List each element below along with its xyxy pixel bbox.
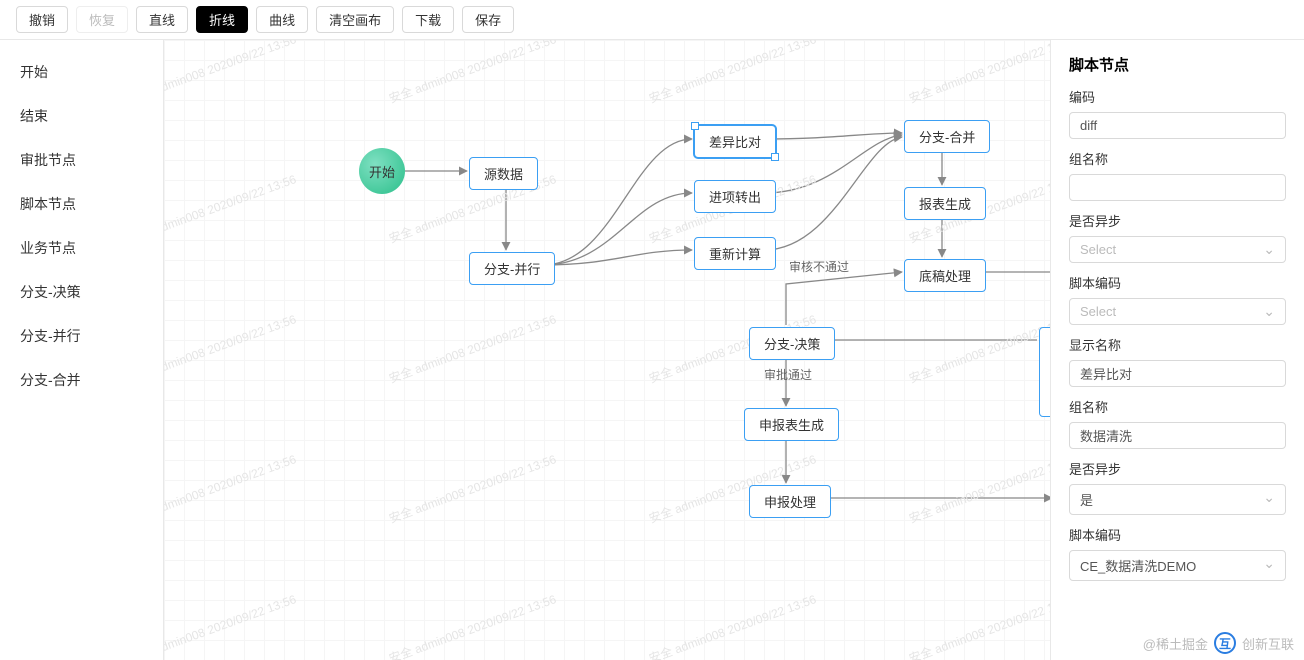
- panel-title: 脚本节点: [1069, 54, 1286, 75]
- curve-button[interactable]: 曲线: [256, 6, 308, 33]
- node-palette: 开始结束审批节点脚本节点业务节点分支-决策分支-并行分支-合并: [0, 40, 164, 660]
- field-label: 是否异步: [1069, 459, 1286, 478]
- node-process[interactable]: 申报处理: [749, 485, 831, 518]
- download-button[interactable]: 下载: [402, 6, 454, 33]
- field-label: 组名称: [1069, 149, 1286, 168]
- palette-biz[interactable]: 业务节点: [0, 226, 163, 270]
- polyline-button[interactable]: 折线: [196, 6, 248, 33]
- footer-brand: @稀土掘金 互 创新互联: [1143, 632, 1294, 654]
- field-input-4[interactable]: [1069, 360, 1286, 387]
- field-label: 显示名称: [1069, 335, 1286, 354]
- field-input-5[interactable]: [1069, 422, 1286, 449]
- field-select-2[interactable]: Select: [1069, 236, 1286, 263]
- palette-merge[interactable]: 分支-合并: [0, 358, 163, 402]
- toolbar: 撤销恢复直线折线曲线清空画布下载保存: [0, 0, 1304, 40]
- palette-decision[interactable]: 分支-决策: [0, 270, 163, 314]
- palette-end[interactable]: 结束: [0, 94, 163, 138]
- node-draft[interactable]: 底稿处理: [904, 259, 986, 292]
- properties-panel: 脚本节点 编码组名称是否异步Select脚本编码Select显示名称组名称是否异…: [1050, 40, 1304, 660]
- node-par[interactable]: 分支-并行: [469, 252, 555, 285]
- edge-label-pass: 审批通过: [764, 366, 812, 383]
- node-recalc[interactable]: 重新计算: [694, 237, 776, 270]
- save-button[interactable]: 保存: [462, 6, 514, 33]
- field-label: 是否异步: [1069, 211, 1286, 230]
- node-in[interactable]: 进项转出: [694, 180, 776, 213]
- node-decision[interactable]: 分支-决策: [749, 327, 835, 360]
- field-label: 脚本编码: [1069, 273, 1286, 292]
- brand-logo-icon: 互: [1214, 632, 1236, 654]
- redo-button[interactable]: 恢复: [76, 6, 128, 33]
- palette-start[interactable]: 开始: [0, 50, 163, 94]
- field-select-3[interactable]: Select: [1069, 298, 1286, 325]
- node-start[interactable]: 开始: [359, 148, 405, 194]
- palette-parallel[interactable]: 分支-并行: [0, 314, 163, 358]
- clear-button[interactable]: 清空画布: [316, 6, 394, 33]
- node-task[interactable]: 审批任务: [1039, 327, 1050, 417]
- field-input-0[interactable]: [1069, 112, 1286, 139]
- palette-approve[interactable]: 审批节点: [0, 138, 163, 182]
- node-src[interactable]: 源数据: [469, 157, 538, 190]
- palette-script[interactable]: 脚本节点: [0, 182, 163, 226]
- field-select-6[interactable]: 是: [1069, 484, 1286, 515]
- node-merge[interactable]: 分支-合并: [904, 120, 990, 153]
- undo-button[interactable]: 撤销: [16, 6, 68, 33]
- field-select-7[interactable]: CE_数据清洗DEMO: [1069, 550, 1286, 581]
- flow-canvas[interactable]: 安全 admin008 2020/09/22 13:56安全 admin008 …: [164, 40, 1050, 660]
- node-gen[interactable]: 申报表生成: [744, 408, 839, 441]
- field-label: 组名称: [1069, 397, 1286, 416]
- node-diff[interactable]: 差异比对: [694, 125, 776, 158]
- field-input-1[interactable]: [1069, 174, 1286, 201]
- field-label: 编码: [1069, 87, 1286, 106]
- node-report[interactable]: 报表生成: [904, 187, 986, 220]
- field-label: 脚本编码: [1069, 525, 1286, 544]
- straight-button[interactable]: 直线: [136, 6, 188, 33]
- edge-label-fail: 审核不通过: [789, 258, 849, 275]
